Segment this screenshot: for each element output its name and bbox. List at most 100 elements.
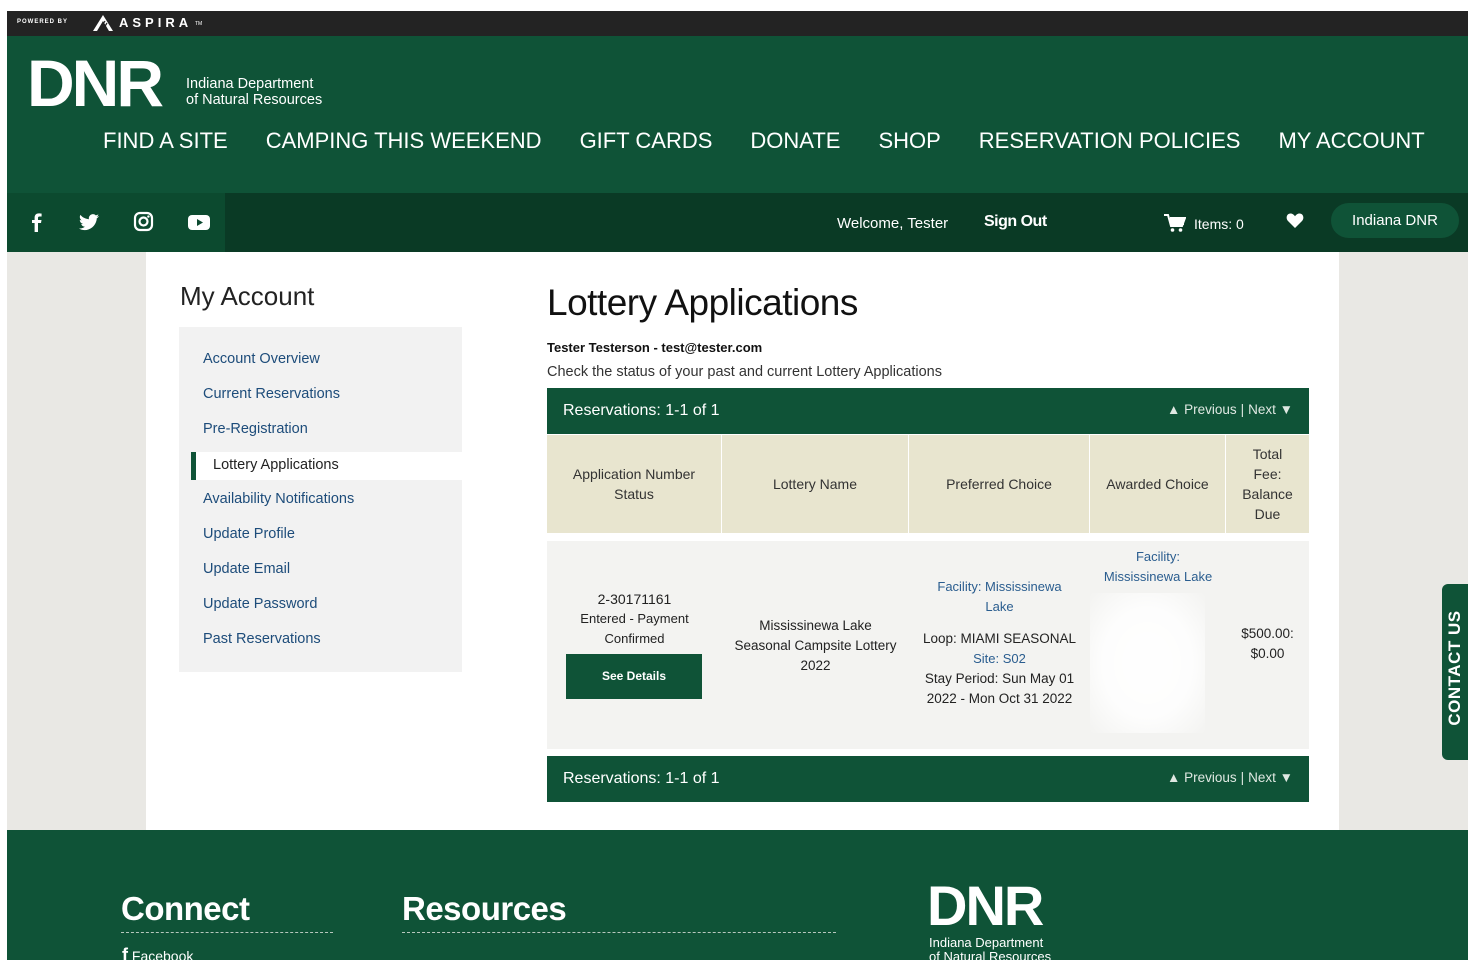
footer-connect-heading: Connect — [121, 890, 250, 927]
column-application-number: Application Number Status — [547, 435, 722, 533]
sidebar-item-update-password[interactable]: Update Password — [203, 596, 317, 612]
table-header: Application Number Status Lottery Name Pr… — [547, 435, 1309, 533]
footer-facebook-label: Facebook — [131, 948, 194, 960]
header-text: Fee: — [1253, 466, 1282, 482]
sidebar-item-update-email[interactable]: Update Email — [203, 561, 290, 577]
nav-gift-cards[interactable]: GIFT CARDS — [580, 128, 713, 154]
reservations-bar-bottom: Reservations: 1-1 of 1 ▲ Previous | Next ▼ — [547, 756, 1309, 802]
awarded-facility[interactable]: Mississinewa Lake — [1092, 567, 1224, 587]
pager: ▲ Previous | Next ▼ — [1167, 770, 1293, 785]
page-title: Lottery Applications — [547, 282, 858, 323]
nav-my-account[interactable]: MY ACCOUNT — [1278, 128, 1424, 154]
contact-us-label: CONTACT US — [1445, 610, 1464, 726]
see-details-button[interactable]: See Details — [566, 654, 702, 699]
account-sidebar: Account Overview Current Reservations Pr… — [179, 327, 462, 672]
powered-by-label: POWERED BY — [17, 19, 69, 25]
previous-link[interactable]: ▲ Previous — [1167, 770, 1237, 785]
header-text: Status — [614, 486, 654, 502]
nav-shop[interactable]: SHOP — [878, 128, 940, 154]
header-text: Balance — [1242, 486, 1293, 502]
awarded-facility-label[interactable]: Facility: — [1092, 547, 1224, 567]
pager-divider: | — [1240, 402, 1245, 417]
lottery-name-line: 2022 — [800, 658, 831, 673]
footer-resources-heading: Resources — [402, 890, 567, 927]
preferred-stay-period-cont: 2022 - Mon Oct 31 2022 — [926, 691, 1073, 706]
status-line-1: Entered - Payment — [580, 611, 689, 626]
header-text: Total — [1252, 446, 1283, 462]
table-row: 2-30171161 Entered - Payment Confirmed S… — [547, 541, 1309, 749]
balance-due: $0.00 — [1250, 646, 1285, 661]
preferred-facility-cont[interactable]: Lake — [911, 597, 1088, 617]
indiana-dnr-button[interactable]: Indiana DNR — [1331, 203, 1459, 238]
instagram-icon[interactable] — [131, 211, 155, 233]
facebook-icon[interactable] — [25, 211, 49, 233]
logo-line-1: Indiana Department — [186, 76, 314, 92]
preferred-site[interactable]: Site: S02 — [911, 649, 1088, 669]
reservations-bar-top: Reservations: 1-1 of 1 ▲ Previous | Next ▼ — [547, 388, 1309, 434]
sidebar-item-pre-registration[interactable]: Pre-Registration — [203, 421, 308, 437]
header-text: Application Number — [572, 466, 696, 482]
pager-divider: | — [1240, 770, 1245, 785]
sidebar-item-availability-notifications[interactable]: Availability Notifications — [203, 491, 354, 507]
aspira-brand: ASPIRA — [119, 15, 193, 30]
footer-dnr-logo[interactable]: DNR — [927, 878, 1044, 934]
lottery-name-line: Mississinewa Lake — [759, 618, 872, 633]
preferred-facility[interactable]: Facility: Mississinewa — [911, 577, 1088, 597]
column-lottery-name: Lottery Name — [722, 435, 909, 533]
sidebar-item-past-reservations[interactable]: Past Reservations — [203, 631, 321, 647]
reservations-count: Reservations: 1-1 of 1 — [563, 402, 720, 419]
powered-by-bar: POWERED BY ASPIRA TM — [7, 11, 1468, 36]
account-bar: Welcome, Tester Sign Out Items: 0 Indian… — [7, 193, 1468, 252]
lottery-name-line: Seasonal Campsite Lottery — [734, 638, 897, 653]
cart-items-count[interactable]: Items: 0 — [1194, 216, 1244, 232]
cell-application: 2-30171161 Entered - Payment Confirmed — [557, 589, 712, 649]
nav-donate[interactable]: DONATE — [750, 128, 840, 154]
next-link[interactable]: Next ▼ — [1248, 402, 1293, 417]
column-preferred-choice: Preferred Choice — [909, 435, 1090, 533]
sign-out-link[interactable]: Sign Out — [984, 213, 1047, 231]
twitter-icon[interactable] — [77, 211, 101, 233]
cell-preferred-choice: Facility: Mississinewa Lake Loop: MIAMI … — [911, 577, 1088, 709]
previous-link[interactable]: ▲ Previous — [1167, 402, 1237, 417]
cell-total-fee: $500.00: $0.00 — [1230, 624, 1305, 664]
footer-divider — [402, 932, 836, 933]
footer-logo-line-1: Indiana Department — [929, 935, 1044, 950]
sidebar-item-lottery-applications[interactable]: Lottery Applications — [191, 452, 462, 480]
column-awarded-choice: Awarded Choice — [1090, 435, 1226, 533]
redacted-area — [1090, 593, 1205, 733]
next-link[interactable]: Next ▼ — [1248, 770, 1293, 785]
dnr-logo[interactable]: DNR — [27, 50, 164, 116]
pager: ▲ Previous | Next ▼ — [1167, 402, 1293, 417]
youtube-icon[interactable] — [187, 211, 211, 233]
nav-camping-this-weekend[interactable]: CAMPING THIS WEEKEND — [266, 128, 542, 154]
cart-icon[interactable] — [1164, 213, 1186, 233]
social-links — [7, 193, 225, 252]
status-line-2: Confirmed — [604, 631, 665, 646]
cell-lottery-name: Mississinewa Lake Seasonal Campsite Lott… — [724, 616, 907, 676]
logo-line-2: of Natural Resources — [186, 92, 323, 108]
preferred-loop: Loop: MIAMI SEASONAL — [922, 631, 1077, 646]
cell-awarded-choice: Facility: Mississinewa Lake — [1092, 547, 1224, 587]
sidebar-item-label: Lottery Applications — [213, 457, 339, 473]
my-account-heading: My Account — [180, 281, 315, 311]
trademark: TM — [195, 21, 203, 27]
site-header: DNR Indiana Department of Natural Resour… — [7, 36, 1468, 193]
footer-divider — [121, 932, 333, 933]
nav-find-a-site[interactable]: FIND A SITE — [103, 128, 228, 154]
footer-facebook-link[interactable]: f Facebook — [122, 945, 193, 960]
application-number: 2-30171161 — [597, 591, 672, 607]
sidebar-item-account-overview[interactable]: Account Overview — [203, 351, 320, 367]
header-text: Due — [1254, 506, 1281, 522]
reservations-count: Reservations: 1-1 of 1 — [563, 770, 720, 787]
contact-us-tab[interactable]: CONTACT US — [1442, 584, 1468, 760]
heart-icon[interactable] — [1286, 212, 1304, 229]
main-navigation: FIND A SITE CAMPING THIS WEEKEND GIFT CA… — [84, 128, 1444, 154]
welcome-text: Welcome, Tester — [837, 215, 949, 232]
sidebar-item-update-profile[interactable]: Update Profile — [203, 526, 295, 542]
total-fee: $500.00: — [1241, 626, 1294, 641]
aspira-logo-icon — [93, 15, 113, 32]
nav-reservation-policies[interactable]: RESERVATION POLICIES — [979, 128, 1241, 154]
sidebar-item-current-reservations[interactable]: Current Reservations — [203, 386, 340, 402]
preferred-stay-period: Stay Period: Sun May 01 — [924, 671, 1075, 686]
